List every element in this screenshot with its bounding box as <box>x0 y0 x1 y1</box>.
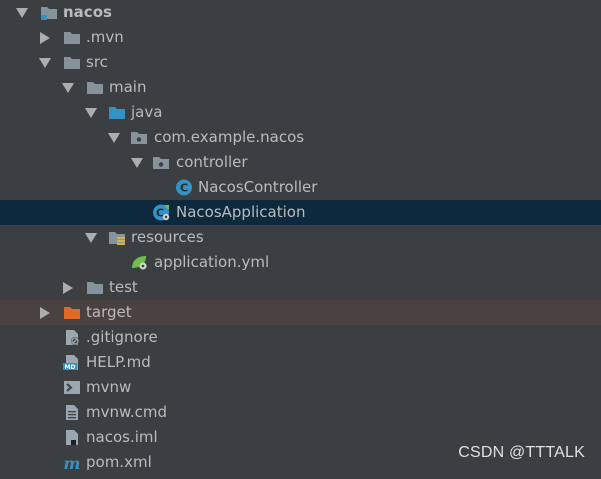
spring-boot-application-icon: C <box>152 204 170 221</box>
tree-label-mvnw: mvnw <box>86 378 132 396</box>
tree-label-nacos-controller: NacosController <box>198 178 318 196</box>
tree-row-mvnw[interactable]: mvnw <box>0 375 601 400</box>
tree-row-mvn[interactable]: .mvn <box>0 25 601 50</box>
source-folder-icon <box>108 104 126 121</box>
folder-icon <box>86 79 104 96</box>
tree-label-gitignore: .gitignore <box>86 328 158 346</box>
tree-label-src: src <box>86 53 108 71</box>
chevron-down-icon[interactable] <box>15 0 29 25</box>
chevron-right-icon[interactable] <box>61 275 75 300</box>
tree-row-gitignore[interactable]: .gitignore <box>0 325 601 350</box>
tree-label-application-yml: application.yml <box>154 253 270 271</box>
excluded-folder-icon <box>63 304 81 321</box>
watermark: CSDN @TTTALK <box>458 444 585 461</box>
tree-label-nacos: nacos <box>63 3 112 21</box>
tree-label-nacos-application: NacosApplication <box>176 203 306 221</box>
tree-row-nacos-application[interactable]: C NacosApplication <box>0 200 601 225</box>
svg-text:C: C <box>156 207 164 220</box>
tree-row-package[interactable]: com.example.nacos <box>0 125 601 150</box>
tree-label-target: target <box>86 303 132 321</box>
package-icon <box>152 154 170 171</box>
chevron-down-icon[interactable] <box>84 225 98 250</box>
tree-row-main[interactable]: main <box>0 75 601 100</box>
tree-label-help-md: HELP.md <box>86 353 151 371</box>
tree-label-package: com.example.nacos <box>154 128 305 146</box>
class-icon: C <box>175 179 193 196</box>
module-folder-icon <box>40 4 58 21</box>
tree-label-mvnw-cmd: mvnw.cmd <box>86 403 168 421</box>
tree-label-resources: resources <box>131 228 204 246</box>
resources-folder-icon <box>108 229 126 246</box>
gitignore-file-icon <box>63 329 81 346</box>
tree-label-java: java <box>131 103 163 121</box>
tree-row-help-md[interactable]: MD HELP.md <box>0 350 601 375</box>
maven-pom-icon: m <box>62 454 81 473</box>
tree-label-pom-xml: pom.xml <box>86 453 152 471</box>
markdown-file-icon: MD <box>63 354 81 371</box>
tree-label-controller: controller <box>176 153 248 171</box>
module-file-icon <box>63 429 81 446</box>
chevron-down-icon[interactable] <box>61 75 75 100</box>
chevron-right-icon[interactable] <box>38 25 52 50</box>
svg-text:C: C <box>180 182 188 195</box>
shell-script-icon <box>63 379 81 396</box>
tree-row-test[interactable]: test <box>0 275 601 300</box>
yaml-config-icon <box>130 254 148 271</box>
tree-row-resources[interactable]: resources <box>0 225 601 250</box>
tree-label-nacos-iml: nacos.iml <box>86 428 158 446</box>
chevron-down-icon[interactable] <box>38 50 52 75</box>
tree-row-src[interactable]: src <box>0 50 601 75</box>
chevron-right-icon[interactable] <box>38 300 52 325</box>
tree-label-test: test <box>109 278 138 296</box>
tree-row-nacos-controller[interactable]: C NacosController <box>0 175 601 200</box>
folder-icon <box>63 54 81 71</box>
tree-row-application-yml[interactable]: application.yml <box>0 250 601 275</box>
tree-row-java[interactable]: java <box>0 100 601 125</box>
tree-label-main: main <box>109 78 147 96</box>
package-icon <box>130 129 148 146</box>
folder-icon <box>86 279 104 296</box>
tree-row-target[interactable]: target <box>0 300 601 325</box>
tree-label-mvn: .mvn <box>86 28 124 46</box>
chevron-down-icon[interactable] <box>84 100 98 125</box>
tree-row-nacos[interactable]: nacos <box>0 0 601 25</box>
svg-text:MD: MD <box>65 364 76 371</box>
tree-row-mvnw-cmd[interactable]: mvnw.cmd <box>0 400 601 425</box>
chevron-down-icon[interactable] <box>130 150 144 175</box>
tree-row-controller[interactable]: controller <box>0 150 601 175</box>
folder-icon <box>63 29 81 46</box>
svg-text:m: m <box>64 454 81 471</box>
text-file-icon <box>63 404 81 421</box>
chevron-down-icon[interactable] <box>107 125 121 150</box>
project-tree: nacos .mvn src main java com.example.nac… <box>0 0 601 475</box>
